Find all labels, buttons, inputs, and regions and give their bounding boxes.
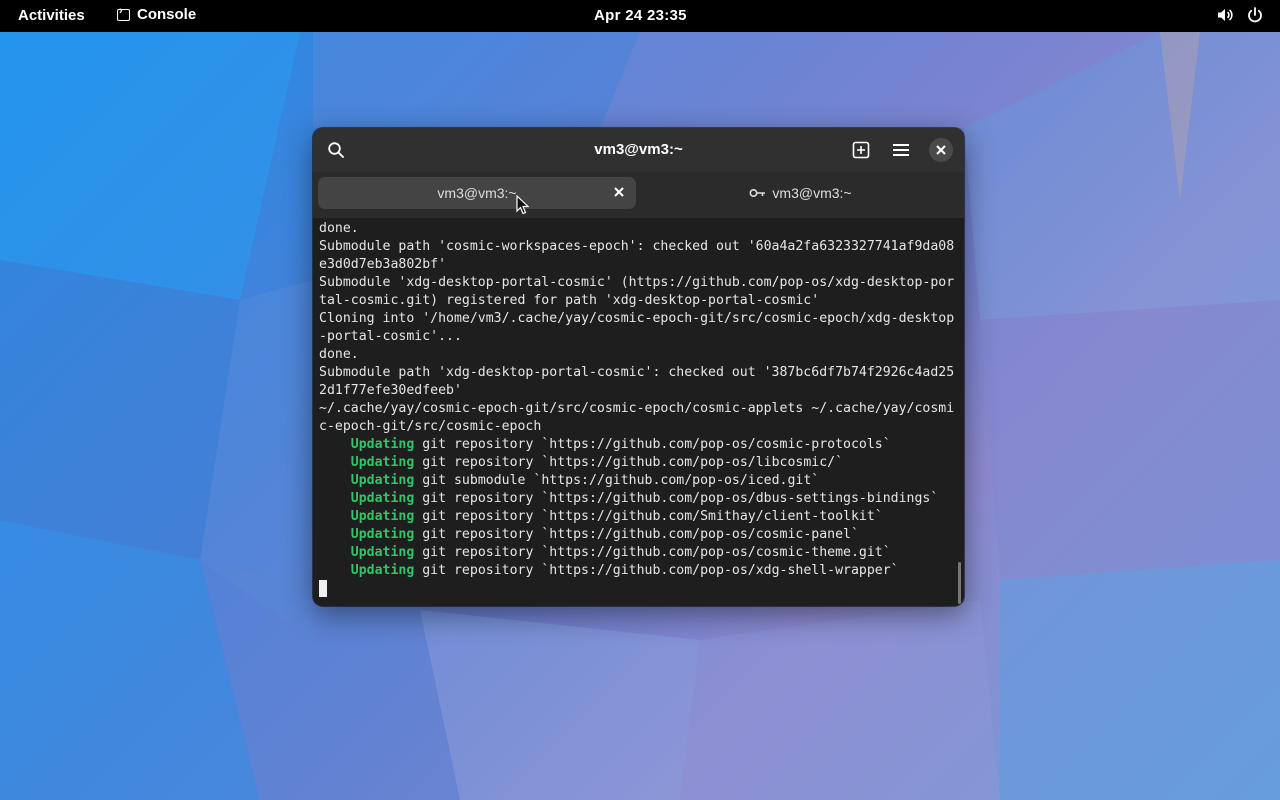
app-name: Console bbox=[137, 6, 197, 23]
main-menu-button[interactable] bbox=[889, 138, 913, 162]
update-text: git repository `https://github.com/pop-o… bbox=[414, 491, 939, 506]
update-keyword: Updating bbox=[350, 491, 415, 506]
tab-label: vm3@vm3:~ bbox=[437, 185, 517, 201]
app-menu-button[interactable]: Console bbox=[117, 5, 197, 23]
tab-bar: vm3@vm3:~ vm3@vm3:~ bbox=[313, 172, 964, 218]
terminal-cursor bbox=[319, 580, 327, 597]
terminal-text: done. Submodule path 'cosmic-workspaces-… bbox=[319, 220, 954, 600]
volume-icon bbox=[1218, 9, 1233, 21]
terminal-line: e3d0d7eb3a802bf' bbox=[319, 257, 447, 272]
update-text: git repository `https://github.com/pop-o… bbox=[414, 527, 859, 542]
terminal-line: Cloning into '/home/vm3/.cache/yay/cosmi… bbox=[319, 311, 955, 326]
terminal-line: done. bbox=[319, 347, 359, 362]
header-bar: vm3@vm3:~ bbox=[313, 128, 964, 172]
terminal-line: done. bbox=[319, 221, 359, 236]
terminal-line: Submodule path 'cosmic-workspaces-epoch'… bbox=[319, 239, 955, 254]
new-tab-button[interactable] bbox=[849, 138, 873, 162]
terminal-line: c-epoch-git/src/cosmic-epoch bbox=[319, 419, 542, 434]
terminal-line: -portal-cosmic'... bbox=[319, 329, 462, 344]
update-text: git submodule `https://github.com/pop-os… bbox=[414, 473, 820, 488]
terminal-line: Submodule path 'xdg-desktop-portal-cosmi… bbox=[319, 365, 955, 380]
tab-label: vm3@vm3:~ bbox=[772, 185, 852, 201]
close-icon bbox=[936, 145, 946, 155]
power-icon bbox=[1248, 7, 1262, 23]
new-tab-icon bbox=[852, 141, 870, 159]
terminal-window: vm3@vm3:~ vm3@vm3:~ vm3@vm3:~ done. Subm… bbox=[313, 128, 964, 606]
system-menu[interactable] bbox=[1216, 6, 1264, 24]
update-keyword: Updating bbox=[350, 527, 415, 542]
terminal-icon bbox=[117, 5, 130, 21]
terminal-line: Submodule 'xdg-desktop-portal-cosmic' (h… bbox=[319, 275, 955, 290]
update-text: git repository `https://github.com/pop-o… bbox=[414, 455, 844, 470]
key-icon bbox=[749, 188, 766, 198]
terminal-output[interactable]: done. Submodule path 'cosmic-workspaces-… bbox=[313, 218, 964, 606]
terminal-line: tal-cosmic.git) registered for path 'xdg… bbox=[319, 293, 820, 308]
mouse-pointer-icon bbox=[516, 195, 530, 215]
terminal-scrollbar[interactable] bbox=[958, 562, 961, 604]
close-tab-icon[interactable] bbox=[612, 185, 626, 199]
tab-1[interactable]: vm3@vm3:~ bbox=[318, 177, 636, 209]
terminal-line: ~/.cache/yay/cosmic-epoch-git/src/cosmic… bbox=[319, 401, 955, 416]
update-text: git repository `https://github.com/pop-o… bbox=[414, 563, 899, 578]
close-window-button[interactable] bbox=[929, 138, 953, 162]
tab-2[interactable]: vm3@vm3:~ bbox=[643, 177, 958, 209]
clock[interactable]: Apr 24 23:35 bbox=[594, 7, 687, 24]
update-text: git repository `https://github.com/pop-o… bbox=[414, 437, 891, 452]
terminal-line: 2d1f77efe30edfeeb' bbox=[319, 383, 462, 398]
update-keyword: Updating bbox=[350, 563, 415, 578]
update-keyword: Updating bbox=[350, 545, 415, 560]
top-bar: Activities Console Apr 24 23:35 bbox=[0, 0, 1280, 32]
activities-button[interactable]: Activities bbox=[18, 7, 85, 24]
update-keyword: Updating bbox=[350, 509, 415, 524]
hamburger-menu-icon bbox=[893, 144, 909, 156]
update-text: git repository `https://github.com/Smith… bbox=[414, 509, 883, 524]
update-keyword: Updating bbox=[350, 455, 415, 470]
update-keyword: Updating bbox=[350, 437, 415, 452]
update-text: git repository `https://github.com/pop-o… bbox=[414, 545, 891, 560]
update-keyword: Updating bbox=[350, 473, 415, 488]
